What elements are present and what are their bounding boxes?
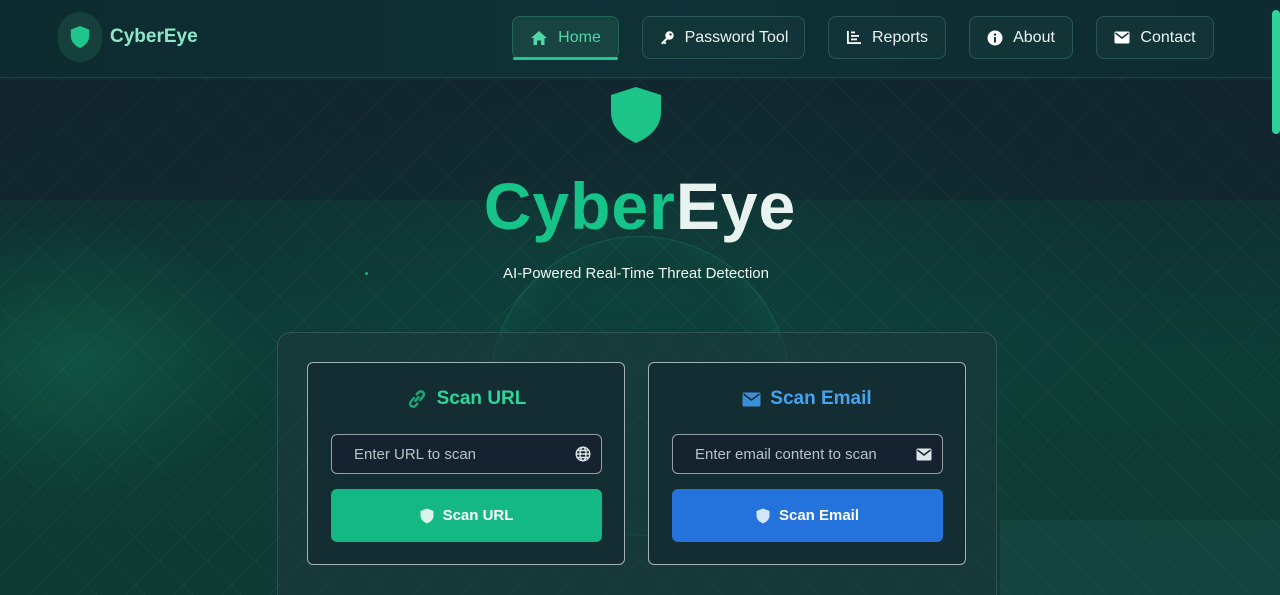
scan-email-button-label: Scan Email <box>778 507 860 524</box>
scan-url-button-label: Scan URL <box>442 507 514 524</box>
hero-subtitle: AI-Powered Real-Time Threat Detection <box>503 265 769 282</box>
shield-icon <box>70 26 90 48</box>
background-band-lower <box>1000 520 1280 595</box>
nav-about[interactable]: About <box>969 16 1073 59</box>
scan-url-button[interactable]: Scan URL <box>331 489 602 542</box>
scan-email-title: Scan Email <box>649 388 965 410</box>
nav-reports[interactable]: Reports <box>828 16 946 59</box>
globe-icon <box>575 446 591 462</box>
brand-name: CyberEye <box>110 26 198 47</box>
home-icon <box>531 30 548 45</box>
nav-contact-label: Contact <box>1140 28 1196 46</box>
info-icon <box>987 30 1003 45</box>
hero-title-eye: Eye <box>675 169 797 243</box>
link-icon <box>408 390 425 408</box>
url-field <box>331 434 602 474</box>
shield-icon <box>756 508 770 523</box>
scan-email-title-label: Scan Email <box>770 388 872 409</box>
url-input[interactable] <box>332 435 601 473</box>
nav-home-label: Home <box>558 28 601 46</box>
envelope-icon <box>916 448 932 461</box>
shield-icon <box>420 508 434 523</box>
scan-url-title-label: Scan URL <box>436 388 527 409</box>
envelope-icon <box>1114 31 1130 44</box>
hero-shield-icon <box>611 87 661 143</box>
nav-home[interactable]: Home <box>512 16 619 60</box>
nav-contact[interactable]: Contact <box>1096 16 1214 59</box>
scan-email-card: Scan Email Scan Email <box>648 362 966 565</box>
top-navbar: CyberEye Home Password Tool Reports Abou… <box>0 0 1280 78</box>
nav-about-label: About <box>1013 28 1055 46</box>
hero-title-cyber: Cyber <box>483 169 676 243</box>
key-icon <box>660 30 674 44</box>
hero-title: CyberEye <box>0 168 1280 244</box>
brand-shield-badge <box>58 12 102 62</box>
brand-logo[interactable]: CyberEye <box>58 12 198 62</box>
scan-email-button[interactable]: Scan Email <box>672 489 943 542</box>
email-field <box>672 434 943 474</box>
scan-url-title: Scan URL <box>308 388 624 410</box>
scrollbar-thumb[interactable] <box>1272 10 1280 134</box>
envelope-icon <box>742 392 761 406</box>
nav-password-tool[interactable]: Password Tool <box>642 16 805 59</box>
email-input[interactable] <box>673 435 942 473</box>
nav-reports-label: Reports <box>871 28 929 46</box>
chart-icon <box>846 31 861 44</box>
scan-url-card: Scan URL Scan URL <box>307 362 625 565</box>
nav-password-tool-label: Password Tool <box>684 28 789 46</box>
